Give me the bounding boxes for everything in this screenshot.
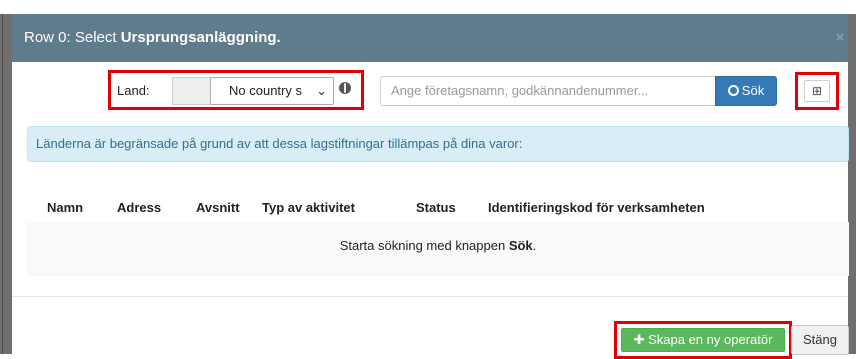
expand-button[interactable]: ⊞ [804, 80, 830, 102]
dialog-title-prefix: Row 0: Select [24, 29, 121, 46]
create-operator-label: Skapa en ny operatör [648, 332, 773, 347]
column-header-avsnitt: Avsnitt [196, 200, 240, 215]
create-operator-highlight: ✚ Skapa en ny operatör [614, 321, 792, 359]
background-overlay-right [848, 14, 856, 354]
table-header: Namn Adress Avsnitt Typ av aktivitet Sta… [27, 192, 849, 223]
column-header-adress: Adress [117, 200, 162, 215]
country-filter-group: Land: No country s ⌄ [108, 70, 364, 110]
dialog-title-bold: Ursprungsanläggning. [120, 29, 281, 46]
table-body: Starta sökning med knappen Sök. [27, 222, 849, 276]
column-header-status: Status [416, 200, 456, 215]
column-header-identifieringskod: Identifieringskod för verksamheten [488, 200, 705, 215]
country-flag-addon [172, 77, 212, 105]
dialog-title: Row 0: Select Ursprungsanläggning. [24, 29, 281, 47]
empty-message-bold: Sök [508, 238, 533, 253]
search-button[interactable]: Sök [715, 76, 777, 106]
chevron-down-icon: ⌄ [316, 83, 327, 98]
land-label: Land: [117, 83, 150, 98]
globe-icon[interactable] [339, 82, 351, 94]
empty-table-message: Starta sökning med knappen Sök. [27, 238, 849, 253]
country-select-value: No country s [229, 83, 302, 98]
footer-divider [12, 296, 848, 297]
dialog-header: Row 0: Select Ursprungsanläggning. × [12, 14, 848, 62]
search-icon [727, 85, 739, 96]
column-header-namn: Namn [47, 200, 84, 215]
empty-message-prefix: Starta sökning med knappen [339, 238, 509, 253]
search-input[interactable]: Ange företagsnamn, godkännandenummer... [380, 76, 716, 106]
column-header-typ-av-aktivitet: Typ av aktivitet [262, 200, 355, 215]
empty-message-suffix: . [532, 238, 537, 253]
background-overlay-left [0, 14, 12, 354]
background-edge [2, 14, 3, 354]
select-origin-dialog: Row 0: Select Ursprungsanläggning. × Lan… [12, 14, 849, 359]
country-select[interactable]: No country s ⌄ [210, 77, 334, 105]
plus-icon: ✚ [633, 332, 649, 347]
search-button-label: Sök [741, 83, 765, 98]
page-top-strip [0, 0, 856, 14]
info-alert: Länderna är begränsade på grund av att d… [27, 126, 849, 162]
expand-highlight: ⊞ [795, 72, 839, 110]
close-button[interactable]: Stäng [791, 325, 849, 355]
close-icon[interactable]: × [836, 30, 844, 44]
create-operator-button[interactable]: ✚ Skapa en ny operatör [621, 328, 785, 352]
